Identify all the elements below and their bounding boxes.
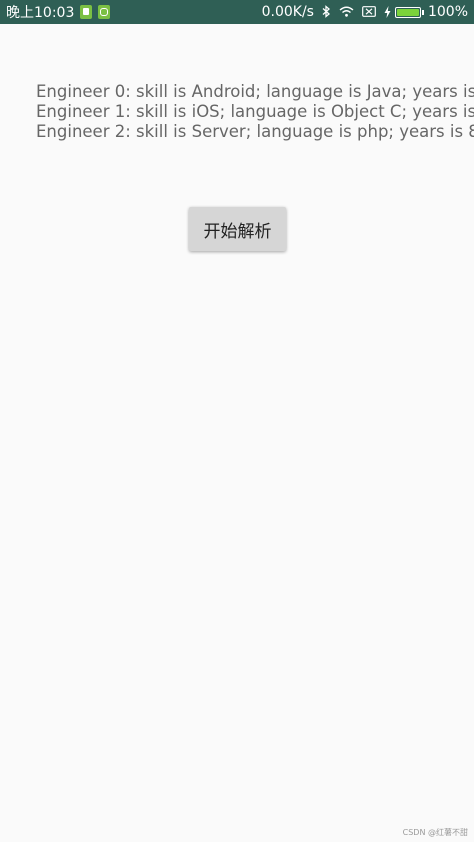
battery-indicator: 100% bbox=[384, 4, 468, 20]
battery-percent: 100% bbox=[427, 4, 468, 20]
wifi-icon bbox=[339, 6, 354, 19]
battery-icon bbox=[394, 6, 421, 18]
status-left: 晚上10:03 bbox=[6, 2, 111, 22]
app-notification-icon bbox=[98, 5, 111, 19]
start-parse-button[interactable]: 开始解析 bbox=[189, 207, 286, 251]
doc-notification-icon bbox=[80, 5, 93, 19]
engineer-line-0: Engineer 0: skill is Android; language i… bbox=[36, 82, 474, 101]
status-right: 0.00K/s 100% bbox=[262, 4, 468, 20]
charging-icon bbox=[384, 6, 391, 18]
watermark: CSDN @红薯不甜 bbox=[402, 828, 468, 837]
status-bar: 晚上10:03 0.00K/s 100% bbox=[0, 0, 474, 24]
sim-off-icon bbox=[362, 5, 376, 19]
app-screen: 晚上10:03 0.00K/s 100% Engineer 0: skill i… bbox=[0, 0, 474, 842]
battery-fill bbox=[396, 8, 419, 16]
network-speed: 0.00K/s bbox=[261, 4, 314, 20]
engineer-line-1: Engineer 1: skill is iOS; language is Ob… bbox=[36, 102, 474, 121]
status-time: 晚上10:03 bbox=[6, 5, 75, 21]
engineer-list: Engineer 0: skill is Android; language i… bbox=[36, 82, 474, 142]
bluetooth-icon bbox=[322, 4, 331, 20]
battery-cap bbox=[421, 9, 424, 15]
engineer-line-2: Engineer 2: skill is Server; language is… bbox=[36, 122, 474, 141]
